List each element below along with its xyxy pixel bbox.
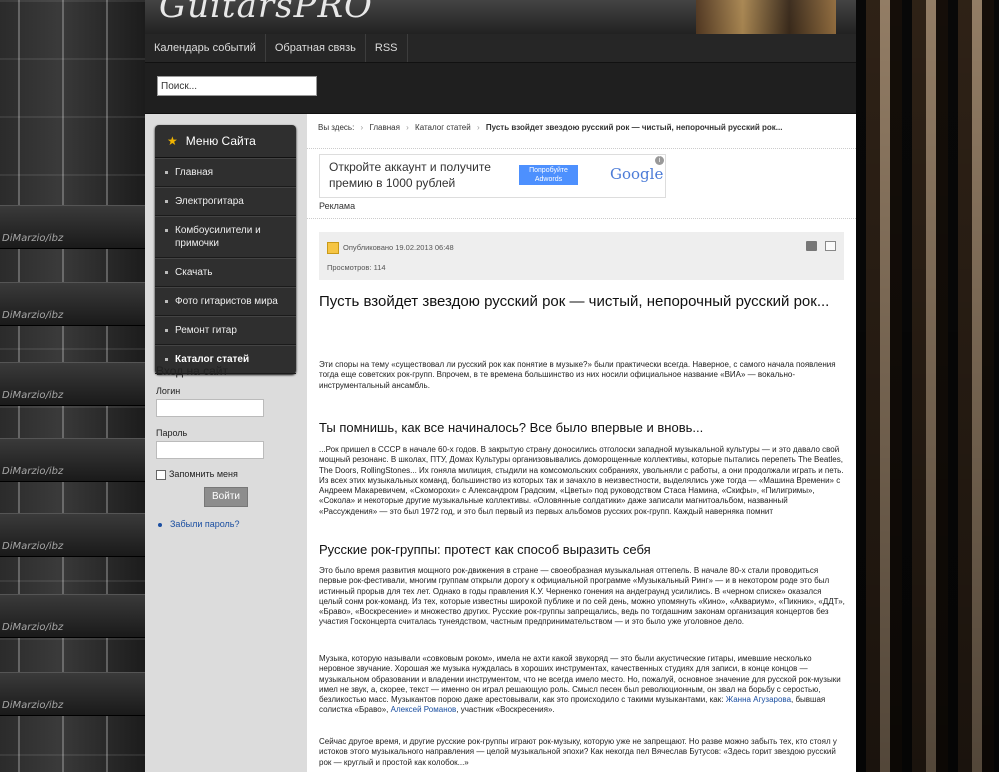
pickup-brand-label: DiMarzio/ibz [2, 700, 64, 711]
site-header: GuitarsPRO [145, 0, 856, 34]
breadcrumb-prefix: Вы здесь: [318, 123, 355, 132]
site-menu-title: ★ Меню Сайта [155, 125, 296, 158]
site-menu: ★ Меню Сайта Главная Электрогитара Комбоу… [155, 125, 296, 374]
email-icon[interactable] [825, 241, 836, 251]
article-paragraph: Сейчас другое время, и другие русские ро… [319, 737, 837, 767]
breadcrumb-articles[interactable]: Каталог статей [415, 123, 471, 132]
pickup-brand-label: DiMarzio/ibz [2, 310, 64, 321]
pickup: DiMarzio/ibz [0, 594, 145, 638]
print-icon[interactable] [806, 241, 817, 251]
pickup-brand-label: DiMarzio/ibz [2, 541, 64, 552]
background-guitar-left: DiMarzio/ibz DiMarzio/ibz DiMarzio/ibz D… [0, 0, 145, 772]
published-date: Опубликовано 19.02.2013 06:48 [343, 242, 454, 252]
chevron-right-icon: › [360, 123, 364, 132]
site-container: GuitarsPRO Календарь событий Обратная св… [145, 0, 856, 772]
search-bar [145, 63, 856, 114]
nav-events-calendar[interactable]: Календарь событий [145, 34, 266, 62]
ad-button[interactable]: Попробуйте Adwords [519, 165, 578, 185]
header-guitarists-image [696, 0, 836, 34]
sidebar-item-download[interactable]: Скачать [155, 258, 296, 287]
paragraph-text: , участник «Воскресения». [456, 705, 555, 715]
breadcrumb-current: Пусть взойдет звездою русский рок — чист… [485, 123, 783, 132]
pickup: DiMarzio/ibz [0, 672, 145, 716]
username-field[interactable] [156, 399, 264, 417]
pickup: DiMarzio/ibz [0, 205, 145, 249]
search-input[interactable] [157, 76, 317, 96]
pickup: DiMarzio/ibz [0, 282, 145, 326]
article-views: Просмотров: 114 [327, 263, 386, 272]
pickup: DiMarzio/ibz [0, 362, 145, 406]
info-icon[interactable]: i [655, 156, 664, 165]
article-title: Пусть взойдет звездою русский рок — чист… [319, 293, 830, 310]
sidebar-item-electric-guitar[interactable]: Электрогитара [155, 187, 296, 216]
sidebar-item-guitarist-photos[interactable]: Фото гитаристов мира [155, 287, 296, 316]
article-paragraph: Эти споры на тему «существовал ли русски… [319, 360, 836, 390]
pencil-icon [327, 242, 339, 254]
article-subheading: Ты помнишь, как все начиналось? Все было… [319, 420, 704, 435]
article-subheading: Русские рок-группы: протест как способ в… [319, 542, 651, 557]
pickup-brand-label: DiMarzio/ibz [2, 233, 64, 244]
top-navigation: Календарь событий Обратная связь RSS [145, 34, 856, 63]
remember-me-label: Запомнить меня [169, 469, 238, 479]
username-label: Логин [156, 386, 181, 396]
link-zhanna-aguzarova[interactable]: Жанна Агузарова [726, 695, 791, 704]
article-paragraph: ...Рок пришел в СССР в начале 60-х годов… [319, 445, 844, 516]
divider [307, 218, 856, 219]
ad-text[interactable]: Откройте аккаунт и получите премию в 100… [329, 159, 491, 191]
ad-text-line: премию в 1000 рублей [329, 176, 456, 190]
remember-me-checkbox[interactable] [156, 469, 166, 480]
star-icon: ★ [167, 134, 178, 148]
breadcrumb-home[interactable]: Главная [369, 123, 399, 132]
article-meta: Опубликовано 19.02.2013 06:48 Просмотров… [319, 232, 844, 280]
sidebar-item-guitar-repair[interactable]: Ремонт гитар [155, 316, 296, 345]
article-paragraph: Музыка, которую называли «совковым роком… [319, 654, 847, 716]
pickup: DiMarzio/ibz [0, 513, 145, 557]
ad-banner[interactable]: Откройте аккаунт и получите премию в 100… [319, 154, 666, 198]
sidebar-item-amps-pedals[interactable]: Комбоусилители и примочки [155, 216, 296, 258]
login-form: Вход на сайт Логин Пароль Запомнить меня… [156, 364, 296, 529]
nav-feedback[interactable]: Обратная связь [266, 34, 366, 62]
pickup: DiMarzio/ibz [0, 438, 145, 482]
ad-label: Реклама [319, 201, 356, 211]
password-label: Пароль [156, 428, 188, 438]
ad-button-line: Попробуйте [529, 167, 568, 174]
forgot-password-link[interactable]: Забыли пароль? [156, 519, 296, 529]
chevron-right-icon: › [406, 123, 409, 132]
ad-text-line: Откройте аккаунт и получите [329, 160, 491, 174]
chevron-right-icon: › [476, 123, 480, 132]
site-logo[interactable]: GuitarsPRO [159, 0, 373, 26]
breadcrumb: Вы здесь: › Главная › Каталог статей › П… [307, 114, 856, 149]
password-field[interactable] [156, 441, 264, 459]
pickup-brand-label: DiMarzio/ibz [2, 466, 64, 477]
link-aleksey-romanov[interactable]: Алексей Романов [391, 705, 457, 714]
sidebar: ★ Меню Сайта Главная Электрогитара Комбоу… [145, 114, 307, 772]
ad-button-line: Adwords [534, 176, 563, 183]
article-published: Опубликовано 19.02.2013 06:48 [327, 242, 454, 254]
login-button[interactable]: Войти [204, 486, 248, 507]
pickup-brand-label: DiMarzio/ibz [2, 390, 64, 401]
main-content: Вы здесь: › Главная › Каталог статей › П… [307, 114, 856, 772]
google-logo[interactable]: Google [610, 165, 663, 183]
login-title: Вход на сайт [156, 364, 228, 378]
sidebar-item-home[interactable]: Главная [155, 158, 296, 187]
nav-rss[interactable]: RSS [366, 34, 408, 62]
remember-me[interactable]: Запомнить меня [156, 469, 296, 480]
background-guitar-right [856, 0, 999, 772]
site-menu-title-label: Меню Сайта [185, 134, 256, 148]
pickup-brand-label: DiMarzio/ibz [2, 622, 64, 633]
article-paragraph: Это было время развития мощного рок-движ… [319, 566, 845, 627]
